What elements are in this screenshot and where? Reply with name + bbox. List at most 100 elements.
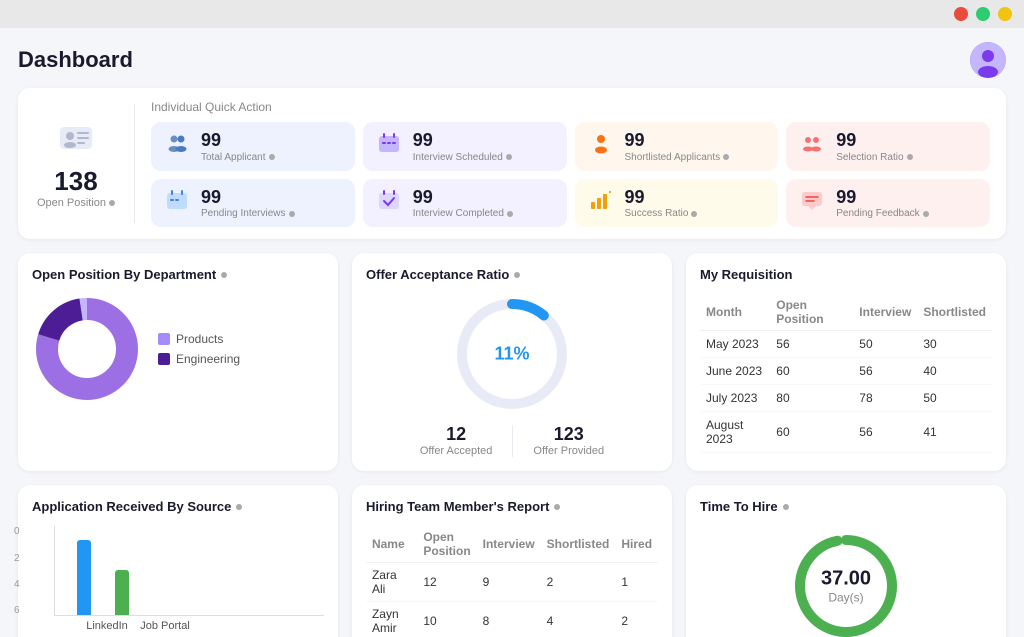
interview-scheduled-icon bbox=[375, 131, 403, 161]
bar-chart-container: 6 4 2 0 LinkedIn Job Portal bbox=[32, 526, 324, 632]
req-col-shortlisted: Shortlisted bbox=[917, 294, 992, 331]
application-received-title: Application Received By Source bbox=[32, 499, 324, 514]
x-label-linkedin: LinkedIn bbox=[78, 620, 136, 632]
offer-content: 11% 12 Offer Accepted 123 Offer Provided bbox=[366, 294, 658, 457]
time-ring-label: 37.00 Day(s) bbox=[821, 568, 871, 605]
total-applicant-num: 99 bbox=[201, 130, 275, 152]
requisition-table: Month Open Position Interview Shortliste… bbox=[700, 294, 992, 453]
my-requisition-title: My Requisition bbox=[700, 267, 992, 282]
open-position-icon bbox=[58, 119, 94, 162]
table-row: June 2023 60 56 40 bbox=[700, 358, 992, 385]
bar-group-jobportal bbox=[115, 570, 129, 615]
table-row: May 2023 56 50 30 bbox=[700, 331, 992, 358]
req-interview: 56 bbox=[853, 358, 917, 385]
interview-completed-num: 99 bbox=[413, 187, 513, 209]
info-icon bbox=[554, 504, 560, 510]
req-month: July 2023 bbox=[700, 385, 770, 412]
bottom-row: Application Received By Source 6 4 2 0 bbox=[18, 485, 1006, 637]
req-interview: 78 bbox=[853, 385, 917, 412]
time-to-hire-title: Time To Hire bbox=[700, 499, 992, 514]
selection-ratio-num: 99 bbox=[836, 130, 912, 152]
table-row: Zara Ali12921 bbox=[366, 563, 658, 602]
req-month: August 2023 bbox=[700, 412, 770, 453]
stat-card-interview-scheduled[interactable]: 99 Interview Scheduled bbox=[363, 122, 567, 171]
stats-section: 138 Open Position Individual Quick Actio… bbox=[18, 88, 1006, 239]
header: Dashboard bbox=[18, 28, 1006, 88]
time-value: 37.00 bbox=[821, 568, 871, 591]
hiring-col-hired: Hired bbox=[615, 526, 658, 563]
table-row: Zayn Amir10842 bbox=[366, 602, 658, 637]
interview-scheduled-num: 99 bbox=[413, 130, 512, 152]
offer-stats: 12 Offer Accepted 123 Offer Provided bbox=[366, 424, 658, 457]
req-shortlisted: 41 bbox=[917, 412, 992, 453]
offer-accepted-label: Offer Accepted bbox=[420, 445, 493, 457]
open-position-number: 138 bbox=[54, 166, 97, 197]
bar-chart-area bbox=[54, 526, 324, 616]
donut-chart bbox=[32, 294, 142, 404]
req-col-month: Month bbox=[700, 294, 770, 331]
stat-info-selection-ratio: 99 Selection Ratio bbox=[836, 130, 912, 163]
stat-card-total-applicant[interactable]: 99 Total Applicant bbox=[151, 122, 355, 171]
hiring-table: Name Open Position Interview Shortlisted… bbox=[366, 526, 658, 637]
req-month: June 2023 bbox=[700, 358, 770, 385]
info-icon bbox=[236, 504, 242, 510]
req-shortlisted: 50 bbox=[917, 385, 992, 412]
pending-interviews-icon bbox=[163, 188, 191, 218]
success-ratio-num: 99 bbox=[625, 187, 698, 209]
open-position-dept-title: Open Position By Department bbox=[32, 267, 324, 282]
legend-engineering: Engineering bbox=[158, 352, 240, 366]
time-to-hire-content: 37.00 Day(s) bbox=[700, 526, 992, 637]
time-unit: Day(s) bbox=[821, 591, 871, 605]
stat-card-shortlisted[interactable]: 99 Shortlisted Applicants bbox=[575, 122, 779, 171]
stat-card-pending-interviews[interactable]: 99 Pending Interviews bbox=[151, 179, 355, 228]
donut-legend: Products Engineering bbox=[158, 332, 240, 366]
maximize-dot[interactable] bbox=[998, 7, 1012, 21]
interview-completed-icon bbox=[375, 188, 403, 218]
stat-card-interview-completed[interactable]: 99 Interview Completed bbox=[363, 179, 567, 228]
page-title: Dashboard bbox=[18, 47, 133, 73]
req-col-interview: Interview bbox=[853, 294, 917, 331]
offer-provided-label: Offer Provided bbox=[533, 445, 604, 457]
req-interview: 50 bbox=[853, 331, 917, 358]
minimize-dot[interactable] bbox=[976, 7, 990, 21]
close-dot[interactable] bbox=[954, 7, 968, 21]
titlebar bbox=[0, 0, 1024, 28]
interview-scheduled-label: Interview Scheduled bbox=[413, 152, 512, 163]
req-month: May 2023 bbox=[700, 331, 770, 358]
stat-cards-grid: 99 Total Applicant bbox=[151, 122, 990, 227]
hiring-col-interview: Interview bbox=[477, 526, 541, 563]
pending-feedback-icon bbox=[798, 188, 826, 218]
selection-ratio-icon bbox=[798, 131, 826, 161]
pending-interviews-num: 99 bbox=[201, 187, 295, 209]
req-open: 80 bbox=[770, 385, 853, 412]
success-ratio-icon bbox=[587, 188, 615, 218]
stat-info-shortlisted: 99 Shortlisted Applicants bbox=[625, 130, 730, 163]
stat-info-interview-scheduled: 99 Interview Scheduled bbox=[413, 130, 512, 163]
req-interview: 56 bbox=[853, 412, 917, 453]
my-requisition-card: My Requisition Month Open Position Inter… bbox=[686, 253, 1006, 471]
products-dot bbox=[158, 333, 170, 345]
total-applicant-label: Total Applicant bbox=[201, 152, 275, 163]
info-icon bbox=[221, 272, 227, 278]
time-to-hire-card: Time To Hire 37.00 Day(s) bbox=[686, 485, 1006, 637]
stat-card-selection-ratio[interactable]: 99 Selection Ratio bbox=[786, 122, 990, 171]
total-applicant-icon bbox=[163, 131, 191, 161]
pending-interviews-label: Pending Interviews bbox=[201, 208, 295, 219]
offer-percentage: 11% bbox=[494, 344, 529, 365]
req-open: 60 bbox=[770, 358, 853, 385]
stat-card-pending-feedback[interactable]: 99 Pending Feedback bbox=[786, 179, 990, 228]
stat-card-success-ratio[interactable]: 99 Success Ratio bbox=[575, 179, 779, 228]
middle-row: Open Position By Department bbox=[18, 253, 1006, 471]
avatar[interactable] bbox=[970, 42, 1006, 78]
hiring-team-card: Hiring Team Member's Report Name Open Po… bbox=[352, 485, 672, 637]
req-open: 60 bbox=[770, 412, 853, 453]
time-ring: 37.00 Day(s) bbox=[791, 531, 901, 637]
hiring-col-shortlisted: Shortlisted bbox=[541, 526, 616, 563]
x-label-jobportal: Job Portal bbox=[136, 620, 194, 632]
req-shortlisted: 30 bbox=[917, 331, 992, 358]
stat-info-pending-interviews: 99 Pending Interviews bbox=[201, 187, 295, 220]
interview-completed-label: Interview Completed bbox=[413, 208, 513, 219]
hiring-col-name: Name bbox=[366, 526, 417, 563]
open-position-block: 138 Open Position bbox=[34, 100, 134, 227]
stat-info-interview-completed: 99 Interview Completed bbox=[413, 187, 513, 220]
